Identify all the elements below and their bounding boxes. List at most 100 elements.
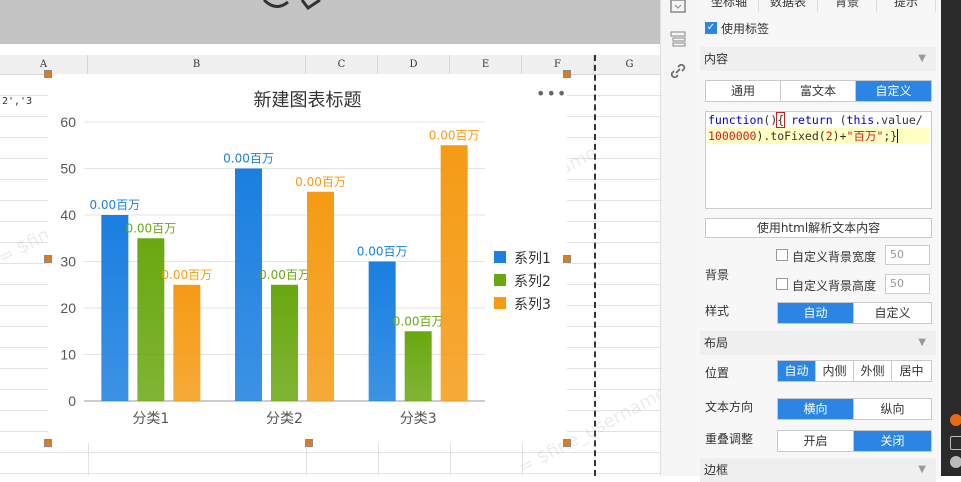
custom-function-editor[interactable]: function(){ return (this.value/ 1000000)… xyxy=(705,111,932,209)
code-token: ).toFixed( xyxy=(756,129,826,143)
column-header-e[interactable]: E xyxy=(450,55,522,74)
resize-handle[interactable] xyxy=(563,70,571,78)
resize-handle[interactable] xyxy=(44,70,52,78)
section-title: 布局 xyxy=(704,336,729,350)
position-option-auto[interactable]: 自动 xyxy=(778,361,816,381)
code-token: 2 xyxy=(825,129,833,143)
column-header-d[interactable]: D xyxy=(378,55,450,74)
bar-chart[interactable]: 0 10 20 30 40 50 60 分类1 0.00百万 0.00百万 0.00百万 分类2 0.0… xyxy=(48,74,567,443)
text-direction-vertical[interactable]: 纵向 xyxy=(854,399,931,419)
legend-swatch xyxy=(494,274,506,286)
property-panel: 坐标轴 数据表 背景 提示 ✓ 使用标签 内容 ▼ 通用 富文本 自定义 fun… xyxy=(696,0,941,482)
position-option-center[interactable]: 居中 xyxy=(892,361,931,381)
border-section-header[interactable]: 边框 ▼ xyxy=(700,458,936,482)
code-token: () xyxy=(763,113,778,127)
code-token: )+ xyxy=(832,129,847,143)
resize-handle[interactable] xyxy=(563,255,571,263)
legend-label: 系列2 xyxy=(514,274,551,290)
bar xyxy=(137,238,165,401)
x-tick-label: 分类2 xyxy=(266,411,303,427)
overlap-option-on[interactable]: 开启 xyxy=(778,431,854,451)
code-token: "百万" xyxy=(846,129,884,143)
content-type-segment: 通用 富文本 自定义 xyxy=(705,80,932,102)
column-header-f[interactable]: F xyxy=(522,55,594,74)
position-segment: 自动 内侧 外侧 居中 xyxy=(777,360,932,382)
tab-tooltip[interactable]: 提示 xyxy=(877,0,936,12)
spreadsheet-area[interactable]: A B C D E F G 2','3 = $fine_username = $… xyxy=(0,0,660,476)
text-direction-label: 文本方向 xyxy=(705,400,754,414)
more-options-icon[interactable]: ••• xyxy=(536,84,567,103)
resize-handle[interactable] xyxy=(305,439,313,447)
text-cursor xyxy=(897,129,899,143)
grid-row-line xyxy=(0,473,660,474)
chat-icon[interactable] xyxy=(950,456,961,468)
side-icon-strip xyxy=(660,0,697,476)
custom-bg-height-checkbox[interactable] xyxy=(776,278,788,290)
overlap-option-off[interactable]: 关闭 xyxy=(854,431,931,451)
bar xyxy=(368,261,396,401)
link-icon[interactable] xyxy=(669,62,687,80)
bg-height-input[interactable]: 50 xyxy=(885,274,930,294)
tab-axis[interactable]: 坐标轴 xyxy=(700,0,759,12)
data-label: 0.00百万 xyxy=(393,314,444,328)
use-label-text: 使用标签 xyxy=(721,22,770,36)
position-option-outside[interactable]: 外侧 xyxy=(854,361,892,381)
custom-bg-width-checkbox[interactable] xyxy=(776,249,788,261)
content-tab-custom[interactable]: 自定义 xyxy=(856,81,931,101)
code-token: return xyxy=(784,113,840,127)
custom-bg-width-label: 自定义背景宽度 xyxy=(792,250,877,264)
y-tick-label: 0 xyxy=(68,393,76,409)
window-icon[interactable] xyxy=(950,436,961,450)
chart-title[interactable]: 新建图表标题 xyxy=(48,86,567,112)
column-header: A B C D E F G xyxy=(0,55,660,75)
panel-icon[interactable] xyxy=(669,0,687,18)
resize-handle[interactable] xyxy=(563,439,571,447)
cell-a1-text[interactable]: 2','3 xyxy=(2,96,32,107)
chevron-down-icon: ▼ xyxy=(918,464,926,475)
code-token: this xyxy=(846,113,875,127)
bar xyxy=(173,284,201,401)
background-label: 背景 xyxy=(705,268,730,282)
column-header-b[interactable]: B xyxy=(88,55,306,74)
content-tab-general[interactable]: 通用 xyxy=(706,81,781,101)
html-parse-button[interactable]: 使用html解析文本内容 xyxy=(705,218,932,238)
text-direction-segment: 横向 纵向 xyxy=(777,398,932,420)
y-tick-label: 50 xyxy=(60,161,76,177)
layers-icon[interactable] xyxy=(669,30,687,48)
style-option-custom[interactable]: 自定义 xyxy=(854,303,931,323)
logo-icon xyxy=(262,0,321,10)
chart-plot: 0 10 20 30 40 50 60 分类1 0.00百万 0.00百万 0.00百万分类2 0.0… xyxy=(60,114,485,427)
text-direction-horizontal[interactable]: 横向 xyxy=(778,399,854,419)
layout-section-header[interactable]: 布局 ▼ xyxy=(700,331,936,355)
y-tick-label: 10 xyxy=(60,347,76,363)
window-edge xyxy=(941,0,961,476)
legend-label: 系列3 xyxy=(514,297,551,313)
column-header-g[interactable]: G xyxy=(594,55,660,74)
toolbar-strip xyxy=(0,0,660,44)
chevron-down-icon: ▼ xyxy=(918,53,926,64)
legend-swatch xyxy=(494,251,506,263)
code-token: function xyxy=(708,113,764,127)
position-option-inside[interactable]: 内侧 xyxy=(816,361,854,381)
resize-handle[interactable] xyxy=(44,255,52,263)
y-tick-label: 60 xyxy=(60,114,76,130)
column-header-c[interactable]: C xyxy=(306,55,378,74)
style-option-auto[interactable]: 自动 xyxy=(778,303,854,323)
bar xyxy=(271,284,298,401)
y-tick-label: 30 xyxy=(60,254,76,270)
style-segment: 自动 自定义 xyxy=(777,302,932,324)
resize-handle[interactable] xyxy=(44,439,52,447)
section-title: 内容 xyxy=(704,52,729,66)
code-token: ;} xyxy=(883,129,898,143)
bg-width-input[interactable]: 50 xyxy=(885,245,930,265)
tab-data-table[interactable]: 数据表 xyxy=(759,0,818,12)
content-tab-richtext[interactable]: 富文本 xyxy=(781,81,856,101)
y-tick-label: 40 xyxy=(60,207,76,223)
bar xyxy=(307,191,334,401)
bar xyxy=(440,145,468,401)
data-label: 0.00百万 xyxy=(125,221,176,235)
content-section-header[interactable]: 内容 ▼ xyxy=(700,47,936,71)
notification-icon[interactable] xyxy=(950,414,961,426)
tab-background[interactable]: 背景 xyxy=(818,0,877,12)
use-label-checkbox[interactable]: ✓ xyxy=(705,22,717,34)
